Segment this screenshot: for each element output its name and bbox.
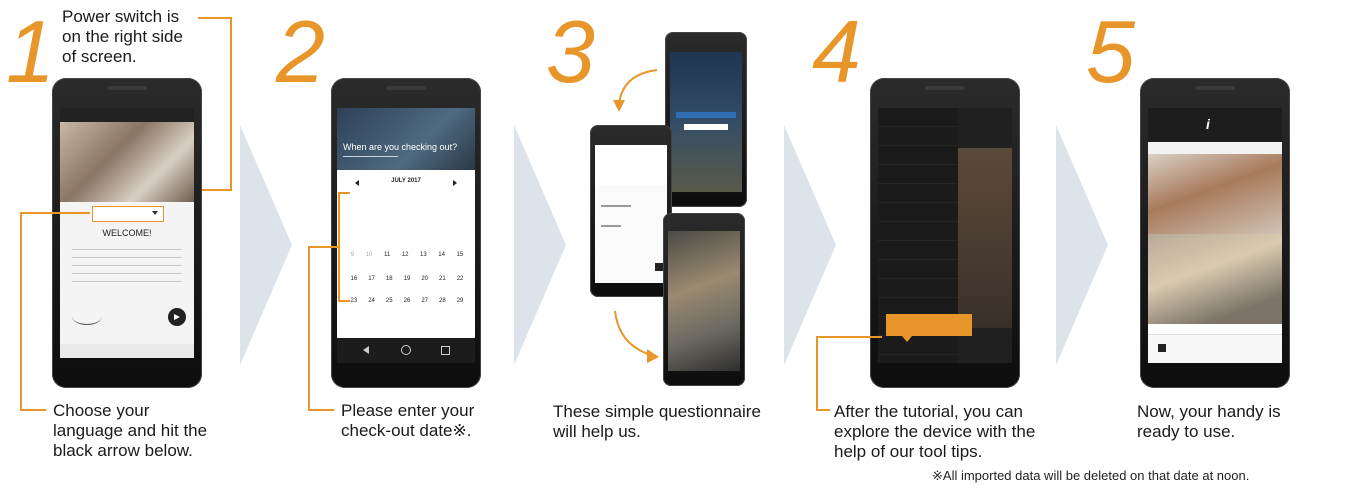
step-3-caption: These simple questionnaire will help us. [553,402,761,441]
phone-step-2: When are you checking out? JULY 2017 9 1… [331,78,481,388]
callout-line [308,409,334,411]
curved-arrow-icon [613,69,658,112]
step-arrow [240,125,292,365]
callout-line [308,246,310,410]
phone-screen-1: WELCOME! [60,108,194,358]
step-1-caption: Choose your language and hit the black a… [53,401,208,460]
calendar-week: 16 17 18 19 20 21 22 [350,276,464,282]
step-1-top-note: Power switch is on the right side of scr… [62,7,183,66]
step-number-1: 1 [6,2,55,101]
step-2-caption: Please enter your check-out date※. [341,401,475,440]
phone-step-1: WELCOME! [52,78,202,388]
step-arrow [514,125,566,365]
chevron-down-icon [152,211,158,215]
step-number-2: 2 [276,2,325,101]
step-number-5: 5 [1086,2,1135,101]
home-icon[interactable] [1158,344,1166,352]
callout-line [230,17,232,190]
footnote: ※All imported data will be deleted on th… [932,468,1250,483]
tooltip [886,314,972,336]
calendar-grid: 9 10 11 12 13 14 15 16 17 18 19 20 21 22… [345,192,469,322]
step-number-4: 4 [812,2,861,101]
calendar-week: 9 10 11 12 13 14 15 [350,252,464,258]
callout-line [20,212,90,214]
callout-line [816,336,882,338]
callout-line [338,192,340,302]
callout-line [200,189,232,191]
phone-screen-5: i [1148,108,1282,363]
callout-line [198,17,231,19]
next-month-icon[interactable] [453,180,457,186]
phone-speaker [386,86,426,90]
arrow-right-icon [174,314,180,320]
callout-line [338,300,350,302]
phone-speaker [925,86,965,90]
callout-line [308,246,338,248]
phone-speaker [1195,86,1235,90]
callout-line [20,212,22,410]
bottom-nav [1148,334,1282,363]
calendar-week: 23 24 25 26 27 28 29 [350,298,464,304]
phone-speaker [107,86,147,90]
phone-screen-2: When are you checking out? JULY 2017 9 1… [337,108,475,363]
home-icon[interactable] [401,345,411,355]
step-4-caption: After the tutorial, you can explore the … [834,402,1036,461]
welcome-heading: WELCOME! [102,228,152,238]
phone-step-4 [870,78,1020,388]
curved-arrow-icon [614,310,659,363]
step-number-3: 3 [546,2,595,101]
tooltip-pointer [902,336,912,342]
phone-step-3-top [665,32,747,207]
callout-line [20,409,46,411]
back-icon[interactable] [363,346,369,354]
callout-line [816,409,830,411]
step-5-caption: Now, your handy is ready to use. [1137,402,1281,441]
step-arrow [1056,125,1108,365]
step-arrow [784,125,836,365]
phone-screen-4 [878,108,1012,363]
signature-logo [72,308,102,325]
phone-step-3-left [590,125,672,297]
app-logo: i [1206,116,1210,132]
checkout-question: When are you checking out? [343,142,458,152]
recents-icon[interactable] [441,346,450,355]
phone-step-3-bottom [663,213,745,386]
phone-step-5: i [1140,78,1290,388]
callout-line [816,336,818,411]
